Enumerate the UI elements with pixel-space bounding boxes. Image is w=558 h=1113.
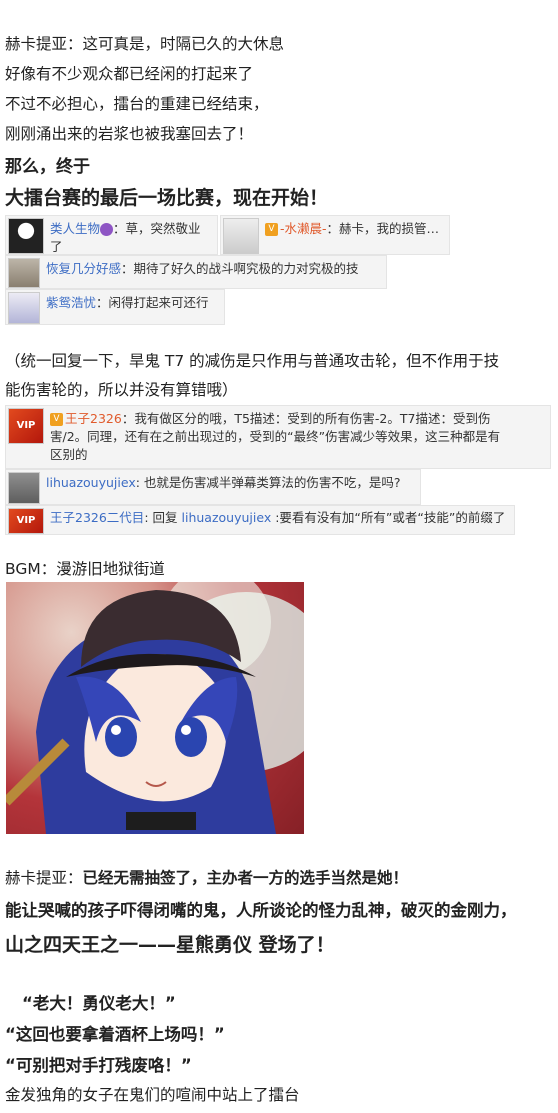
- comment-text: 闲得打起来可还行: [108, 295, 209, 310]
- comment-item[interactable]: VIP 王子2326二代目: 回复 lihuazouyujiex :要看有没有加…: [5, 505, 515, 535]
- comment-text-line: 区别的: [50, 447, 88, 462]
- comment-username[interactable]: 王子2326: [65, 411, 122, 426]
- story-line-announcement: 山之四天王之一——星熊勇仪 登场了！: [5, 934, 335, 956]
- devil-emoji-icon: [100, 223, 114, 236]
- comment-username[interactable]: -水濑晨-: [280, 221, 327, 236]
- vip-badge-icon: V: [50, 413, 63, 426]
- comment-item[interactable]: V -水濑晨-：赫卡，我的损管…: [220, 215, 450, 255]
- comment-item[interactable]: 类人生物 ：草，突然敬业了: [5, 215, 218, 255]
- character-portrait-illustration: [6, 582, 304, 834]
- author-note-line-1: （统一回复一下，旱鬼 T7 的减伤是只作用与普通攻击轮，但不作用于技: [5, 352, 500, 370]
- avatar[interactable]: [8, 258, 40, 288]
- comment-item[interactable]: lihuazouyujiex: 也就是伤害减半弹幕类算法的伤害不吃，是吗?: [5, 469, 421, 505]
- comment-item[interactable]: 恢复几分好感：期待了好久的战斗啊究极的力对究极的技: [5, 255, 387, 289]
- story-line-1: 赫卡提亚：这可真是，时隔已久的大休息: [5, 35, 285, 53]
- story-line-4: 刚刚涌出来的岩浆也被我塞回去了！: [5, 125, 254, 143]
- cheer-line-2: “这回也要拿着酒杯上场吗！”: [5, 1025, 225, 1044]
- speaker-dialogue: 已经无需抽签了，主办者一方的选手当然是她！: [82, 869, 409, 887]
- story-line-5: 那么，终于: [5, 157, 90, 177]
- vip-badge-icon: V: [265, 223, 278, 236]
- author-note-line-2: 能伤害轮的，所以并没有算错哦）: [5, 381, 238, 399]
- bgm-line: BGM：漫游旧地狱街道: [5, 560, 165, 578]
- character-portrait-image: [6, 582, 304, 834]
- comment-username[interactable]: 紫鸳浩忧: [46, 295, 96, 310]
- comment-text-line: 害/2。同理，还有在之前出现过的，受到的“最终”伤害减少等效果，这三种都是有: [50, 429, 501, 444]
- speaker-label: 赫卡提亚：: [5, 869, 83, 887]
- comment-username[interactable]: 王子2326二代目: [50, 510, 144, 525]
- avatar[interactable]: VIP: [8, 408, 44, 444]
- comment-item[interactable]: VIP V 王子2326：我有做区分的哦，T5描述：受到的所有伤害-2。T7描述：…: [5, 405, 551, 469]
- comment-username[interactable]: 类人生物: [50, 221, 100, 236]
- comment-text: 期待了好久的战斗啊究极的力对究极的技: [133, 261, 359, 276]
- story-line-3: 不过不必担心，擂台的重建已经结束，: [5, 95, 269, 113]
- story-line-final: 金发独角的女子在鬼们的喧闹中站上了擂台: [5, 1086, 300, 1104]
- story-line-speaker: 赫卡提亚：已经无需抽签了，主办者一方的选手当然是她！: [5, 866, 408, 888]
- story-headline: 大擂台赛的最后一场比赛，现在开始！: [5, 187, 329, 209]
- comment-item[interactable]: 紫鸳浩忧：闲得打起来可还行: [5, 289, 225, 325]
- comment-username[interactable]: lihuazouyujiex: [46, 475, 136, 490]
- comment-text-line: 我有做区分的哦，T5描述：受到的所有伤害-2。T7描述：受到伤: [134, 411, 491, 426]
- avatar[interactable]: [8, 472, 40, 504]
- story-line-description: 能让哭喊的孩子吓得闭嘴的鬼，人所谈论的怪力乱神，破灭的金刚力，: [5, 901, 517, 920]
- cheer-line-3: “可别把对手打残废咯！”: [5, 1056, 192, 1075]
- avatar[interactable]: [8, 218, 44, 254]
- comment-text: :要看有没有加“所有”或者“技能”的前缀了: [275, 510, 506, 525]
- cheer-line-1: “老大！勇仪老大！”: [22, 994, 176, 1013]
- story-line-2: 好像有不少观众都已经闲的打起来了: [5, 65, 254, 83]
- reply-label: 回复: [152, 510, 178, 525]
- avatar[interactable]: VIP: [8, 508, 44, 534]
- comment-text: 赫卡，我的损管…: [339, 221, 440, 236]
- comment-username[interactable]: 恢复几分好感: [46, 261, 121, 276]
- reply-to-username[interactable]: lihuazouyujiex: [182, 510, 272, 525]
- comment-text: 也就是伤害减半弹幕类算法的伤害不吃，是吗?: [143, 475, 401, 490]
- avatar[interactable]: [8, 292, 40, 324]
- avatar[interactable]: [223, 218, 259, 254]
